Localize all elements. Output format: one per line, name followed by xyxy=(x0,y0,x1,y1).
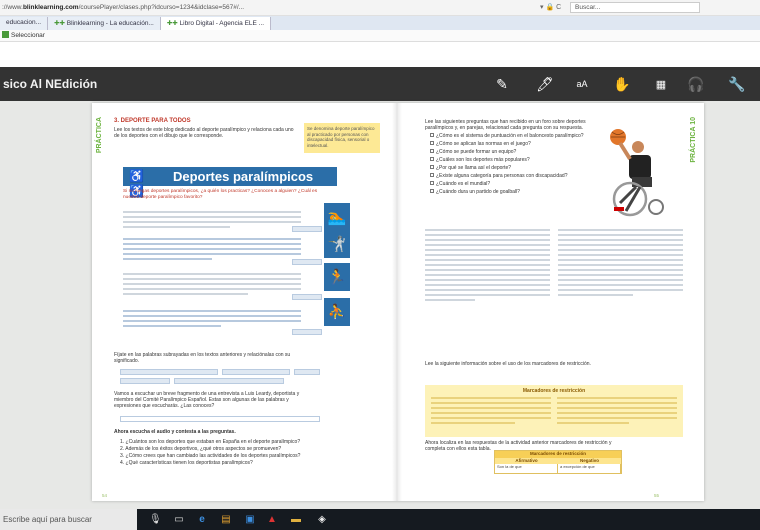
banner-subtitle: Si no juegas deportes paralímpicos, ¿a q… xyxy=(123,189,318,200)
blog-text-4 xyxy=(123,310,301,330)
favorite-item[interactable]: Seleccionar xyxy=(11,32,45,39)
left-intro: Lee los textos de este blog dedicado al … xyxy=(114,127,294,139)
blog-text-1 xyxy=(123,211,301,231)
left-side-tag: PRÁCTICA xyxy=(96,117,103,154)
marker-icon[interactable]: 🖊 xyxy=(534,73,556,95)
tab-favicon: ✚✚ xyxy=(54,20,67,27)
grammar-box: Marcadores de restricción xyxy=(425,385,683,437)
restriction-table: Marcadores de restricción Afirmativo Neg… xyxy=(494,450,622,474)
table-cell: a excepción de que xyxy=(558,464,621,473)
table-title: Marcadores de restricción xyxy=(495,451,621,458)
check-item[interactable]: ¿Cuándo es el mundial? xyxy=(430,181,600,187)
acrobat-icon[interactable]: ▲ xyxy=(266,514,278,525)
browser-search-input[interactable]: Buscar... xyxy=(570,2,700,13)
section-title: 3. DEPORTE PARA TODOS xyxy=(114,118,191,124)
ball-pictogram-icon: ⛹ xyxy=(324,298,350,326)
question-5: Vamos a escuchar un breve fragmento de u… xyxy=(114,391,300,409)
definition-note: Se denomina deporte paralímpico al pract… xyxy=(304,123,380,153)
tab-libro-digital[interactable]: ✚✚ Libro Digital - Agencia ELE ... xyxy=(160,17,272,30)
vocab-chip-1[interactable] xyxy=(120,369,218,375)
blog-text-3 xyxy=(123,273,301,298)
audio-question-1: 1. ¿Cuántos son los deportes que estaban… xyxy=(120,439,301,445)
wrench-icon[interactable]: 🔧 xyxy=(726,73,748,95)
question-4: Fíjate en las palabras subrayadas en los… xyxy=(114,352,291,364)
check-item[interactable]: ¿Existe alguna categoría para personas c… xyxy=(430,173,600,179)
right-question-1: Lee las siguientes preguntas que han rec… xyxy=(425,119,586,131)
answers-column-2 xyxy=(558,229,683,299)
question-6: Ahora escucha el audio y contesta a las … xyxy=(114,429,236,435)
answers-column-1 xyxy=(425,229,550,304)
answer-field-4[interactable] xyxy=(292,329,322,335)
answer-field-1[interactable] xyxy=(292,226,322,232)
answer-field-2[interactable] xyxy=(292,259,322,265)
microphone-icon[interactable]: 🎙 xyxy=(149,514,162,525)
taskbar-search-input[interactable]: Escribe aquí para buscar xyxy=(0,509,137,530)
tab-blinklearning[interactable]: ✚✚ Blinklearning - La educación... xyxy=(48,17,161,30)
table-cell: Son la de que xyxy=(495,464,558,473)
url-field[interactable]: ://www.blinklearning.com/coursePlayer/cl… xyxy=(0,4,330,11)
refresh-icon[interactable]: ▾ 🔒 C xyxy=(540,3,561,11)
right-question-2: Lee la siguiente información sobre el us… xyxy=(425,361,591,367)
grid-icon[interactable]: ▦ xyxy=(650,73,672,95)
right-side-tag: PRÁCTICA 10 xyxy=(690,117,697,163)
blog-text-2 xyxy=(123,238,301,263)
swimmer-pictogram-icon: 🏊 xyxy=(324,203,350,231)
table-row[interactable]: Son la de que a excepción de que xyxy=(495,464,621,473)
vocab-chip-2[interactable] xyxy=(222,369,290,375)
wheelchair-icon: ♿♿ xyxy=(129,169,144,198)
edge-icon[interactable]: e xyxy=(196,514,208,525)
task-view-icon[interactable]: ▭ xyxy=(173,514,185,525)
audio-question-4: 4. ¿Qué características tienen los depor… xyxy=(120,460,253,466)
right-page-number: 55 xyxy=(654,493,660,498)
book-spine xyxy=(392,103,402,501)
audio-icon[interactable]: 🎧 xyxy=(685,73,707,95)
app-toolbar: sico Al NEdición ✎ 🖊 aA ✋ ▦ 🎧 🔧 xyxy=(0,67,760,101)
book-spread: PRÁCTICA 3. DEPORTE PARA TODOS Lee los t… xyxy=(92,103,704,501)
check-item[interactable]: ¿Cuándo dura un partido de goalball? xyxy=(430,189,600,195)
explorer-icon[interactable]: ▤ xyxy=(220,514,232,525)
tab-favicon: ✚✚ xyxy=(166,20,180,27)
favorite-icon xyxy=(2,31,9,38)
question-checklist: ¿Cómo es el sistema de puntuación en el … xyxy=(430,133,600,195)
check-item[interactable]: ¿Cómo es el sistema de puntuación en el … xyxy=(430,133,600,139)
answer-field-3[interactable] xyxy=(292,294,322,300)
tab-educacion[interactable]: educacion... xyxy=(0,17,49,30)
wheelchair-basketball-photo xyxy=(610,129,664,217)
hand-icon[interactable]: ✋ xyxy=(611,73,633,95)
audio-question-3: 3. ¿Cómo crees que han cambiado las acti… xyxy=(120,453,301,459)
fencer-pictogram-icon: 🤺 xyxy=(324,230,350,258)
text-size-icon[interactable]: aA xyxy=(571,73,593,95)
word-bank xyxy=(120,416,320,422)
app-icon[interactable]: ◈ xyxy=(316,514,328,525)
banner-title: ♿♿ Deportes paralímpicos xyxy=(123,167,337,198)
favorites-bar: Seleccionar xyxy=(0,30,760,42)
check-item[interactable]: ¿Cuáles son los deportes más populares? xyxy=(430,157,600,163)
tab-strip: educacion... ✚✚ Blinklearning - La educa… xyxy=(0,16,760,30)
check-item[interactable]: ¿Por qué se llama así el deporte? xyxy=(430,165,600,171)
left-page-number: 54 xyxy=(102,493,108,498)
folder-icon[interactable]: ▬ xyxy=(290,514,302,525)
audio-question-2: 2. Además de los éxitos deportivos, ¿qué… xyxy=(120,446,282,452)
pencil-icon[interactable]: ✎ xyxy=(491,73,513,95)
runner-pictogram-icon: 🏃 xyxy=(324,263,350,291)
taskbar: Escribe aquí para buscar 🎙 ▭ e ▤ ▣ ▲ ▬ ◈ xyxy=(0,509,760,530)
book-title: sico Al NEdición xyxy=(3,77,98,91)
vocab-chip-5[interactable] xyxy=(174,378,284,384)
address-bar[interactable]: ://www.blinklearning.com/coursePlayer/cl… xyxy=(0,0,760,16)
check-item[interactable]: ¿Cómo se puede formar un equipo? xyxy=(430,149,600,155)
store-icon[interactable]: ▣ xyxy=(244,514,256,525)
vocab-chip-4[interactable] xyxy=(120,378,170,384)
vocab-chip-3[interactable] xyxy=(294,369,320,375)
check-item[interactable]: ¿Cómo se aplican las normas en el juego? xyxy=(430,141,600,147)
